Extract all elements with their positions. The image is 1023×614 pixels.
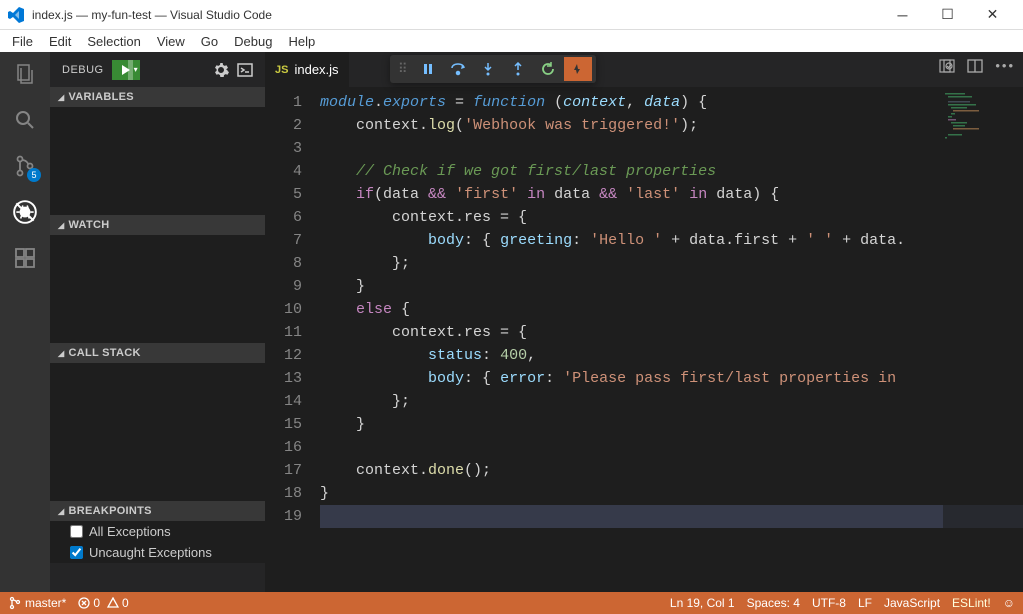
vscode-logo-icon	[8, 7, 24, 23]
search-icon[interactable]	[11, 106, 39, 134]
tab-filename: index.js	[294, 62, 338, 77]
editor-tabs: JS index.js	[265, 52, 1023, 87]
explorer-icon[interactable]	[11, 60, 39, 88]
step-into-button[interactable]	[474, 57, 502, 81]
breakpoint-label: All Exceptions	[89, 524, 171, 539]
extensions-icon[interactable]	[11, 244, 39, 272]
tab-indexjs[interactable]: JS index.js	[265, 52, 350, 87]
breakpoint-label: Uncaught Exceptions	[89, 545, 212, 560]
eslint-status[interactable]: ESLint!	[952, 596, 991, 610]
breakpoints-section[interactable]: ◢BREAKPOINTS	[50, 501, 265, 521]
eol[interactable]: LF	[858, 596, 872, 610]
menu-view[interactable]: View	[149, 32, 193, 51]
titlebar: index.js — my-fun-test — Visual Studio C…	[0, 0, 1023, 30]
step-over-button[interactable]	[444, 57, 472, 81]
menu-file[interactable]: File	[4, 32, 41, 51]
feedback-icon[interactable]: ☺	[1003, 596, 1015, 610]
close-button[interactable]: ✕	[970, 0, 1015, 29]
indentation[interactable]: Spaces: 4	[747, 596, 800, 610]
cursor-position[interactable]: Ln 19, Col 1	[670, 596, 735, 610]
menubar: File Edit Selection View Go Debug Help	[0, 30, 1023, 52]
git-branch[interactable]: master*	[8, 596, 66, 610]
status-bar: master* 0 0 Ln 19, Col 1 Spaces: 4 UTF-8…	[0, 592, 1023, 614]
debug-header: DEBUG ▾	[50, 52, 265, 87]
changes-icon[interactable]	[939, 58, 955, 74]
pause-button[interactable]	[414, 57, 442, 81]
window-title: index.js — my-fun-test — Visual Studio C…	[32, 8, 880, 22]
breakpoint-checkbox[interactable]	[70, 525, 83, 538]
restart-button[interactable]	[534, 57, 562, 81]
language-mode[interactable]: JavaScript	[884, 596, 940, 610]
debug-toolbar[interactable]: ⠿	[390, 55, 596, 83]
js-file-icon: JS	[275, 64, 288, 76]
activity-bar: 5	[0, 52, 50, 592]
breakpoint-item[interactable]: Uncaught Exceptions	[50, 542, 265, 563]
menu-edit[interactable]: Edit	[41, 32, 79, 51]
menu-help[interactable]: Help	[280, 32, 323, 51]
minimize-button[interactable]: ─	[880, 0, 925, 29]
scm-badge: 5	[27, 168, 41, 182]
encoding[interactable]: UTF-8	[812, 596, 846, 610]
breakpoint-checkbox[interactable]	[70, 546, 83, 559]
menu-debug[interactable]: Debug	[226, 32, 280, 51]
debug-config-icon[interactable]	[213, 62, 229, 78]
problems[interactable]: 0 0	[78, 596, 128, 610]
source-control-icon[interactable]: 5	[11, 152, 39, 180]
window-controls: ─ ☐ ✕	[880, 0, 1015, 29]
debug-label: DEBUG	[62, 64, 104, 76]
drag-handle-icon[interactable]: ⠿	[394, 61, 412, 77]
minimap[interactable]	[943, 87, 1023, 592]
menu-selection[interactable]: Selection	[79, 32, 148, 51]
stop-button[interactable]	[564, 57, 592, 81]
editor: JS index.js ⠿ ••• 1234567891011121314151…	[265, 52, 1023, 592]
code-editor[interactable]: 12345678910111213141516171819 module.exp…	[265, 87, 1023, 592]
debug-sidebar: DEBUG ▾ ◢VARIABLES ◢WATCH ◢CALL STACK ◢B…	[50, 52, 265, 592]
more-actions-icon[interactable]: •••	[995, 58, 1015, 74]
debug-icon[interactable]	[11, 198, 39, 226]
watch-section[interactable]: ◢WATCH	[50, 215, 265, 235]
callstack-section[interactable]: ◢CALL STACK	[50, 343, 265, 363]
debug-console-icon[interactable]	[237, 62, 253, 78]
breakpoint-item[interactable]: All Exceptions	[50, 521, 265, 542]
maximize-button[interactable]: ☐	[925, 0, 970, 29]
editor-actions: •••	[939, 58, 1015, 74]
variables-section[interactable]: ◢VARIABLES	[50, 87, 265, 107]
start-debug-button[interactable]: ▾	[112, 60, 140, 80]
step-out-button[interactable]	[504, 57, 532, 81]
menu-go[interactable]: Go	[193, 32, 226, 51]
split-editor-icon[interactable]	[967, 58, 983, 74]
